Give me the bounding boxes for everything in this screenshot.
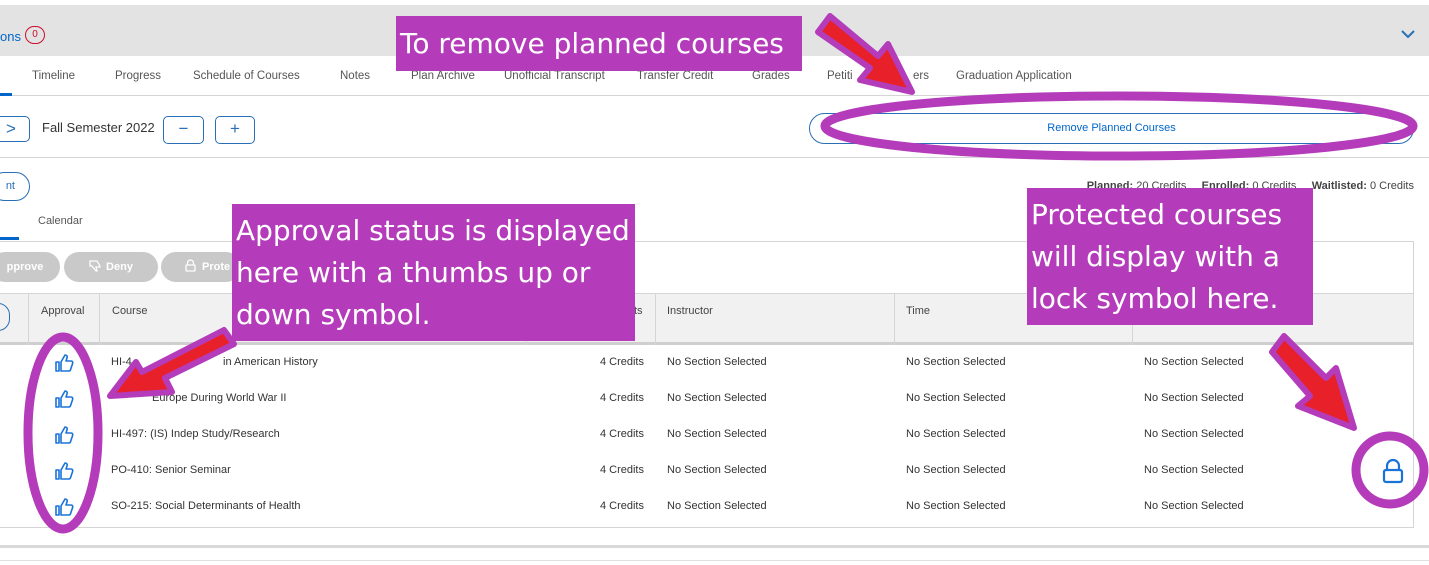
protect-label: Prote [202, 261, 231, 273]
course-credits: 4 Credits [599, 464, 644, 476]
thumbs-up-icon [55, 462, 74, 480]
table-row[interactable]: SO-215: Social Determinants of Health 4 … [0, 490, 1413, 526]
table-bottom-rule [0, 545, 1429, 548]
column-approval[interactable]: Approval [41, 305, 84, 317]
course-name: HI-4 [111, 356, 132, 368]
course-instructor: No Section Selected [667, 428, 767, 440]
course-time: No Section Selected [906, 428, 1006, 440]
column-credits[interactable]: ts [634, 305, 643, 317]
tab-calendar[interactable]: Calendar [38, 215, 83, 227]
course-instructor: No Section Selected [667, 356, 767, 368]
waitlisted-label: Waitlisted: [1311, 180, 1367, 192]
tab-schedule-of-courses[interactable]: Schedule of Courses [193, 70, 300, 82]
chevron-down-icon[interactable] [1400, 27, 1416, 41]
column-divider [894, 293, 895, 345]
course-instructor: No Section Selected [667, 464, 767, 476]
course-credits: 4 Credits [599, 392, 644, 404]
thumbs-down-icon [89, 260, 101, 272]
tab-timeline[interactable]: Timeline [32, 70, 75, 82]
thumbs-up-icon [55, 426, 74, 444]
course-name: PO-410: Senior Seminar [111, 464, 231, 476]
course-time: No Section Selected [906, 356, 1006, 368]
add-term-button[interactable]: + [215, 116, 255, 144]
tab-petitions[interactable]: Petiti [827, 70, 853, 82]
page-divider [0, 560, 1429, 561]
lock-icon [185, 259, 196, 272]
course-credits: 4 Credits [599, 500, 644, 512]
waitlisted-value: 0 Credits [1369, 180, 1414, 192]
course-name-tail: in American History [223, 356, 318, 368]
table-row[interactable]: PO-410: Senior Seminar 4 Credits No Sect… [0, 454, 1413, 490]
course-time: No Section Selected [906, 464, 1006, 476]
tab-notes[interactable]: Notes [340, 70, 370, 82]
course-location: No Section Selected [1144, 392, 1244, 404]
protect-button[interactable]: Prote [161, 252, 241, 282]
course-location: No Section Selected [1144, 464, 1244, 476]
tab-plan-archive[interactable]: Plan Archive [411, 70, 475, 82]
column-divider [99, 293, 100, 345]
course-name-tail: Europe During World War II [152, 392, 287, 404]
tab-unofficial-transcript[interactable]: Unofficial Transcript [504, 70, 605, 82]
next-term-button[interactable]: > [0, 116, 30, 142]
annotation-approval-status: Approval status is displayed here with a… [232, 204, 635, 341]
left-pill-button[interactable]: nt [0, 172, 30, 201]
deny-button[interactable]: Deny [64, 252, 158, 282]
thumbs-up-icon [55, 498, 74, 516]
subtab-active-indicator [0, 237, 19, 240]
course-credits: 4 Credits [599, 356, 644, 368]
annotation-protected-courses: Protected courses will display with a lo… [1027, 188, 1313, 325]
course-credits: 4 Credits [599, 428, 644, 440]
annotation-remove-courses: To remove planned courses [396, 16, 802, 71]
remove-planned-courses-button[interactable]: Remove Planned Courses [809, 113, 1414, 144]
tab-waivers[interactable]: ers [913, 70, 929, 82]
course-location: No Section Selected [1144, 428, 1244, 440]
course-instructor: No Section Selected [667, 500, 767, 512]
column-divider [28, 293, 29, 345]
notifications-count-badge: 0 [25, 26, 45, 44]
tab-transfer-credit[interactable]: Transfer Credit [637, 70, 713, 82]
course-time: No Section Selected [906, 500, 1006, 512]
table-row[interactable]: Europe During World War II 4 Credits No … [0, 382, 1413, 418]
column-instructor[interactable]: Instructor [667, 305, 713, 317]
course-instructor: No Section Selected [667, 392, 767, 404]
notifications-label[interactable]: ons [0, 29, 21, 44]
degree-planner-screen: ons 0 Timeline Progress Schedule of Cour… [0, 0, 1429, 565]
course-name: HI-497: (IS) Indep Study/Research [111, 428, 280, 440]
lock-icon[interactable] [1381, 458, 1405, 484]
thumbs-up-icon [55, 354, 74, 372]
column-course[interactable]: Course [112, 305, 147, 317]
tab-progress[interactable]: Progress [115, 70, 161, 82]
column-divider [655, 293, 656, 345]
course-time: No Section Selected [906, 392, 1006, 404]
course-location: No Section Selected [1144, 500, 1244, 512]
thumbs-up-icon [55, 390, 74, 408]
tab-graduation-application[interactable]: Graduation Application [956, 70, 1072, 82]
tab-grades[interactable]: Grades [752, 70, 790, 82]
table-row[interactable]: HI-497: (IS) Indep Study/Research 4 Cred… [0, 418, 1413, 454]
remove-term-button[interactable]: − [163, 116, 204, 144]
course-location: No Section Selected [1144, 356, 1244, 368]
approve-button[interactable]: pprove [0, 252, 60, 282]
table-row[interactable]: HI-4 in American History 4 Credits No Se… [0, 346, 1413, 382]
term-label: Fall Semester 2022 [42, 120, 155, 135]
course-name: SO-215: Social Determinants of Health [111, 500, 301, 512]
column-time[interactable]: Time [906, 305, 930, 317]
deny-label: Deny [106, 261, 133, 273]
